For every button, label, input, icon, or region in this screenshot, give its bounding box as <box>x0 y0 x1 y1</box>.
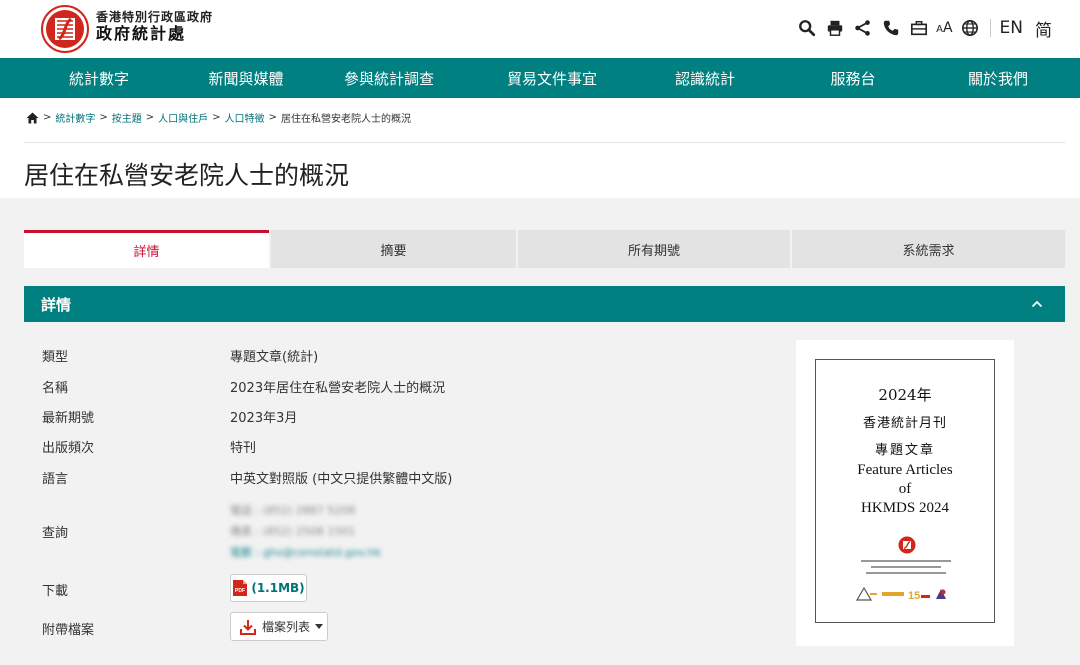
breadcrumb: > 統計數字 > 按主題 > 人口與住戶 > 人口特徵 > 居住在私營安老院人士… <box>26 110 411 125</box>
frequency-value: 特刊 <box>230 441 257 456</box>
lang-en-link[interactable]: EN <box>1000 18 1023 38</box>
svg-text:15: 15 <box>908 590 920 601</box>
cover-year: 2024年 <box>878 386 932 404</box>
breadcrumb-statistics[interactable]: 統計數字 <box>55 110 95 125</box>
partner-logo-icon <box>936 589 946 599</box>
name-value: 2023年居住在私營安老院人士的概況 <box>230 381 446 396</box>
details-panel: 類型 專題文章(統計) 名稱 2023年居住在私營安老院人士的概況 最新期號 2… <box>24 322 1065 665</box>
publication-cover-card: 2024年 香港統計月刊 專題文章 Feature Articles of HK… <box>796 340 1014 646</box>
anniversary-logo-icon: 15 <box>908 590 930 601</box>
tab-details[interactable]: 詳情 <box>24 230 269 268</box>
caret-down-icon <box>315 624 324 629</box>
section-title: 詳情 <box>41 296 72 314</box>
details-section-header[interactable]: 詳情 <box>24 286 1065 322</box>
search-icon[interactable] <box>796 16 818 40</box>
cover-logo-bar <box>882 592 904 596</box>
breadcrumb-current: 居住在私營安老院人士的概況 <box>280 114 411 125</box>
globe-icon[interactable] <box>959 16 981 40</box>
dept-name-line1: 香港特別行政區政府 <box>96 10 214 24</box>
department-name[interactable]: 香港特別行政區政府 政府統計處 <box>96 10 213 44</box>
attachment-label: 附帶檔案 <box>42 623 95 638</box>
triangle-logo-icon <box>856 587 877 601</box>
lang-sc-link[interactable]: 简 <box>1035 16 1052 41</box>
cover-hkmds: HKMDS 2024 <box>861 500 949 516</box>
publication-cover-image[interactable]: 2024年 香港統計月刊 專題文章 Feature Articles of HK… <box>815 359 995 623</box>
tab-system-requirements[interactable]: 系統需求 <box>792 230 1065 268</box>
cover-fine-print <box>861 560 951 562</box>
cover-of: of <box>898 481 912 497</box>
svg-text:PDF: PDF <box>235 588 245 594</box>
tab-summary[interactable]: 摘要 <box>271 230 516 268</box>
censtatd-logo[interactable] <box>40 4 90 54</box>
phone-icon[interactable] <box>880 16 902 40</box>
page-title: 居住在私營安老院人士的概況 <box>24 161 350 190</box>
language-value: 中英文對照版 (中文只提供繁體中文版) <box>230 472 453 487</box>
font-size-toggle[interactable]: AA <box>936 20 952 36</box>
type-value: 專題文章(統計) <box>230 350 319 365</box>
file-list-label: 檔案列表 <box>262 620 311 634</box>
site-header: 香港特別行政區政府 政府統計處 AA EN 简 <box>0 0 1080 58</box>
breadcrumb-separator: > <box>99 112 108 123</box>
cover-subtitle-zh: 專題文章 <box>874 443 935 458</box>
cover-title-en: Feature Articles <box>857 462 953 478</box>
nav-learn-statistics[interactable]: 認識統計 <box>620 58 790 98</box>
print-icon[interactable] <box>824 16 846 40</box>
dept-name-line2: 政府統計處 <box>96 24 187 43</box>
nav-news-media[interactable]: 新聞與媒體 <box>198 58 294 98</box>
cover-fine-print <box>871 566 941 568</box>
enquiry-label: 查詢 <box>42 526 69 541</box>
latest-issue-value: 2023年3月 <box>230 411 298 426</box>
lang-divider <box>989 19 991 37</box>
nav-statistics[interactable]: 統計數字 <box>0 58 198 98</box>
language-label: 語言 <box>42 472 69 487</box>
enquiry-email-link[interactable]: 電郵 : ghs@censtatd.gov.hk <box>230 544 381 559</box>
breadcrumb-separator: > <box>268 112 277 123</box>
enquiry-fax: 傳真 : (852) 2508 1501 <box>230 525 356 538</box>
file-list-dropdown[interactable]: 檔案列表 <box>230 612 328 641</box>
download-label: 下載 <box>42 584 69 599</box>
cover-dept-logo <box>898 536 916 554</box>
breadcrumb-population[interactable]: 人口與住戶 <box>158 110 208 125</box>
type-label: 類型 <box>42 350 69 365</box>
header-tools: AA EN 简 <box>796 14 1052 42</box>
pdf-icon: PDF <box>233 580 248 596</box>
title-divider <box>24 142 1065 143</box>
tab-bar: 詳情 摘要 所有期號 系統需求 <box>24 230 1065 268</box>
nav-trade-documents[interactable]: 貿易文件事宜 <box>484 58 620 98</box>
tab-all-issues[interactable]: 所有期號 <box>518 230 790 268</box>
download-icon <box>240 619 256 635</box>
nav-service-desk[interactable]: 服務台 <box>790 58 916 98</box>
breadcrumb-population-characteristics[interactable]: 人口特徵 <box>225 110 265 125</box>
latest-issue-label: 最新期號 <box>42 411 95 426</box>
home-icon[interactable] <box>26 112 39 124</box>
breadcrumb-separator: > <box>145 112 155 123</box>
cover-title-zh: 香港統計月刊 <box>862 416 947 431</box>
share-icon[interactable] <box>852 16 874 40</box>
main-nav: 統計數字 新聞與媒體 參與統計調查 貿易文件事宜 認識統計 服務台 關於我們 <box>0 58 1080 98</box>
pdf-file-size: (1.1MB) <box>251 581 305 595</box>
breadcrumb-separator: > <box>43 112 52 123</box>
briefcase-icon[interactable] <box>908 16 930 40</box>
chevron-up-icon[interactable] <box>1029 296 1045 312</box>
nav-about-us[interactable]: 關於我們 <box>916 58 1080 98</box>
breadcrumb-by-subject[interactable]: 按主題 <box>112 110 142 125</box>
enquiry-phone: 電話 : (852) 2887 5208 <box>230 504 356 517</box>
nav-surveys[interactable]: 參與統計調查 <box>294 58 484 98</box>
cover-fine-print <box>866 572 946 574</box>
pdf-download-button[interactable]: PDF (1.1MB) <box>230 574 307 602</box>
breadcrumb-separator: > <box>212 112 221 123</box>
name-label: 名稱 <box>42 381 69 396</box>
frequency-label: 出版頻次 <box>42 441 95 456</box>
cover-partner-logos: 15 <box>856 586 958 602</box>
